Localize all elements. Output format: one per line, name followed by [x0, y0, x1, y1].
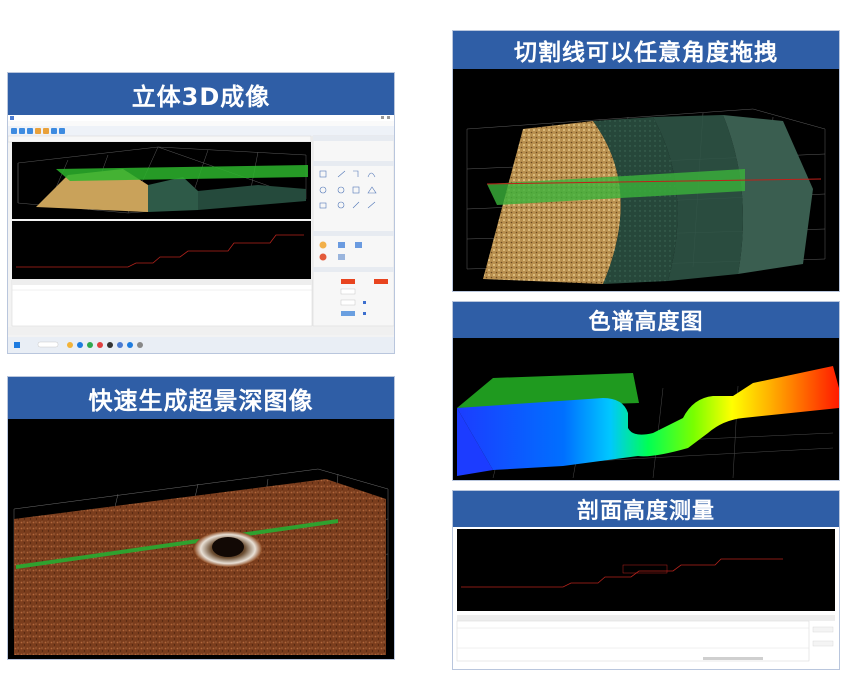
software-window-render: [8, 115, 394, 353]
toolbar-icon[interactable]: [19, 128, 25, 134]
depth-of-field-render: [13, 468, 389, 655]
panel-profile-measurement: 剖面高度测量: [452, 490, 840, 670]
table-tabs[interactable]: [457, 615, 835, 621]
color-swatch[interactable]: [341, 311, 355, 316]
results-table[interactable]: [11, 279, 313, 327]
toolbar-icon[interactable]: [51, 128, 57, 134]
minimize-icon[interactable]: [381, 116, 384, 119]
results-table[interactable]: [456, 620, 810, 662]
panel-title-color-height-map: 色谱高度图: [453, 302, 839, 338]
search-box[interactable]: [37, 341, 59, 348]
app-icon: [10, 116, 14, 120]
checkbox[interactable]: [363, 312, 366, 315]
taskbar-icon[interactable]: [107, 342, 113, 348]
taskbar-icon[interactable]: [137, 342, 143, 348]
taskbar-icon[interactable]: [127, 342, 133, 348]
taskbar-icon[interactable]: [77, 342, 83, 348]
toolbar-icon[interactable]: [43, 128, 49, 134]
checkbox[interactable]: [363, 301, 366, 304]
toolbar-icon[interactable]: [35, 128, 41, 134]
panel-title-cut-line: 切割线可以任意角度拖拽: [453, 31, 839, 69]
taskbar-icon[interactable]: [67, 342, 73, 348]
panel-title-3d-imaging: 立体3D成像: [8, 73, 394, 115]
horizontal-scrollbar[interactable]: [703, 657, 763, 660]
color-height-map-render: [457, 366, 839, 479]
cut-line-render: [466, 108, 826, 284]
software-window-screenshot: [8, 115, 394, 353]
color-swatch[interactable]: [341, 279, 355, 284]
color-swatch[interactable]: [374, 279, 388, 284]
panel-depth-of-field: 快速生成超景深图像: [7, 376, 395, 660]
panel-cut-line: 切割线可以任意角度拖拽: [452, 30, 840, 292]
windows-start-icon[interactable]: [14, 342, 20, 348]
close-icon[interactable]: [387, 116, 390, 119]
toolbar-icon[interactable]: [27, 128, 33, 134]
clear-button[interactable]: [812, 640, 834, 647]
depth-of-field-view[interactable]: [8, 419, 394, 659]
toolbar-icon[interactable]: [59, 128, 65, 134]
taskbar-icon[interactable]: [97, 342, 103, 348]
cut-line-view[interactable]: [453, 69, 839, 291]
toolbar-icons[interactable]: [11, 128, 65, 134]
profile-screenshot: [453, 527, 839, 669]
toolbar-icon[interactable]: [11, 128, 17, 134]
profile-view[interactable]: [12, 221, 311, 279]
color-height-map-view[interactable]: [453, 338, 839, 480]
surface-texture: [14, 479, 386, 655]
profile-view[interactable]: [457, 529, 835, 611]
panel-3d-imaging: 立体3D成像: [7, 72, 395, 354]
taskbar-icon[interactable]: [117, 342, 123, 348]
profile-render: [456, 529, 835, 662]
panel-title-profile-measurement: 剖面高度测量: [453, 491, 839, 527]
panel-color-height-map: 色谱高度图: [452, 301, 840, 481]
panel-title-depth-of-field: 快速生成超景深图像: [8, 377, 394, 419]
taskbar-icon[interactable]: [87, 342, 93, 348]
export-button[interactable]: [812, 626, 834, 633]
